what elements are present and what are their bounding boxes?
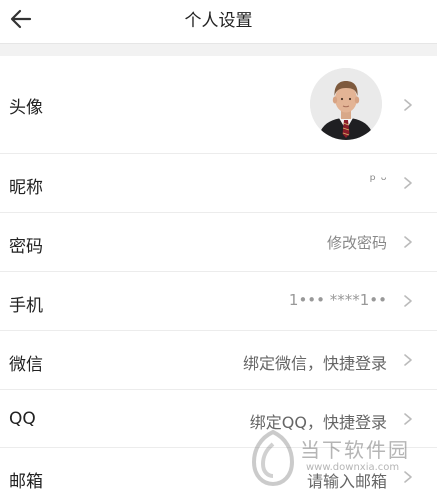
row-label: 邮箱 (9, 472, 43, 492)
page-title: 个人设置 (184, 11, 253, 31)
chevron-right-icon (404, 295, 412, 307)
qq-value: 绑定QQ，快捷登录 (249, 413, 387, 432)
password-value: 修改密码 (326, 234, 387, 252)
phone-value: 1••• ****1•• (288, 291, 387, 309)
row-label: 密码 (9, 237, 43, 257)
row-password[interactable]: 密码 修改密码 (0, 213, 437, 272)
row-label: QQ (9, 409, 36, 429)
chevron-right-icon (404, 354, 412, 366)
top-bar: 个人设置 (0, 0, 437, 44)
row-phone[interactable]: 手机 1••• ****1•• (0, 272, 437, 331)
chevron-right-icon (404, 236, 412, 248)
row-label: 头像 (9, 98, 43, 118)
avatar[interactable] (310, 68, 382, 140)
wechat-value: 绑定微信，快捷登录 (242, 354, 387, 373)
row-label: 微信 (9, 355, 43, 375)
user-avatar (310, 68, 382, 140)
chevron-right-icon (404, 99, 412, 111)
chevron-right-icon (404, 177, 412, 189)
row-label: 昵称 (9, 178, 43, 198)
row-nickname[interactable]: 昵称 ᵖ ᵕ (0, 154, 437, 213)
nickname-value: ᵖ ᵕ (369, 171, 387, 189)
row-label: 手机 (9, 296, 43, 316)
row-wechat[interactable]: 微信 绑定微信，快捷登录 (0, 331, 437, 390)
chevron-right-icon (404, 413, 412, 425)
section-gap (0, 44, 437, 56)
chevron-right-icon (404, 471, 412, 483)
row-email[interactable]: 邮箱 请输入邮箱 (0, 448, 437, 500)
row-qq[interactable]: QQ 绑定QQ，快捷登录 (0, 390, 437, 448)
email-value: 请输入邮箱 (306, 472, 387, 491)
